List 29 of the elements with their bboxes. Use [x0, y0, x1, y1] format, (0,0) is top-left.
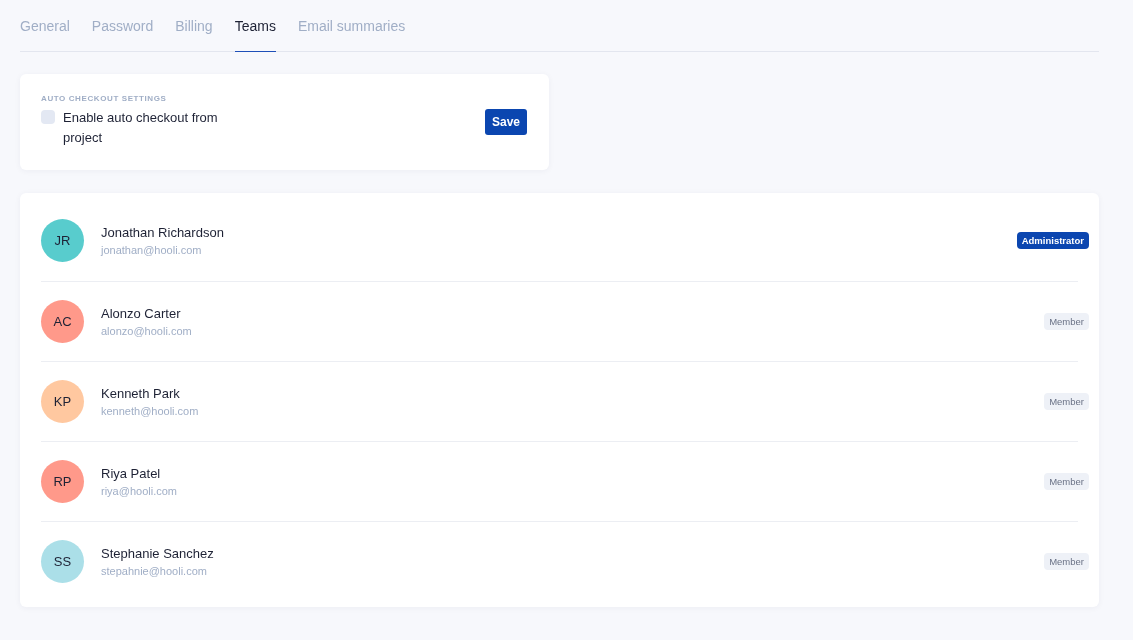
avatar: SS — [41, 540, 84, 583]
member-name: Riya Patel — [101, 466, 162, 481]
avatar: JR — [41, 218, 84, 262]
checkbox-label: Enable auto checkout from project — [63, 109, 219, 147]
member-email: riya@hooli.com — [101, 485, 178, 497]
role-badge: Member — [1044, 393, 1089, 410]
role-badge: Member — [1044, 313, 1089, 330]
settings-tab[interactable]: Email summaries — [297, 0, 406, 52]
settings-tab[interactable]: General — [20, 0, 70, 52]
avatar: AC — [41, 300, 84, 343]
role-badge: Member — [1044, 553, 1089, 570]
member-email: stepahnie@hooli.com — [101, 565, 208, 577]
member-name: Alonzo Carter — [101, 306, 182, 321]
settings-tab[interactable]: Password — [91, 0, 154, 52]
member-email: alonzo@hooli.com — [101, 325, 193, 337]
member-email: jonathan@hooli.com — [101, 243, 203, 256]
role-badge: Administrator — [1016, 231, 1089, 249]
section-heading: AUTO CHECKOUT SETTINGS — [41, 94, 168, 103]
member-email: kenneth@hooli.com — [101, 405, 200, 417]
role-badge: Member — [1044, 473, 1089, 490]
avatar: RP — [41, 460, 84, 503]
settings-tab[interactable]: Teams — [234, 0, 276, 52]
settings-tab[interactable]: Billing — [175, 0, 213, 52]
avatar: KP — [41, 380, 84, 423]
member-name: Stephanie Sanchez — [101, 546, 215, 561]
save-button[interactable]: Save — [485, 109, 527, 135]
member-name: Jonathan Richardson — [101, 224, 225, 240]
checkbox[interactable] — [41, 110, 55, 124]
member-name: Kenneth Park — [101, 386, 181, 401]
